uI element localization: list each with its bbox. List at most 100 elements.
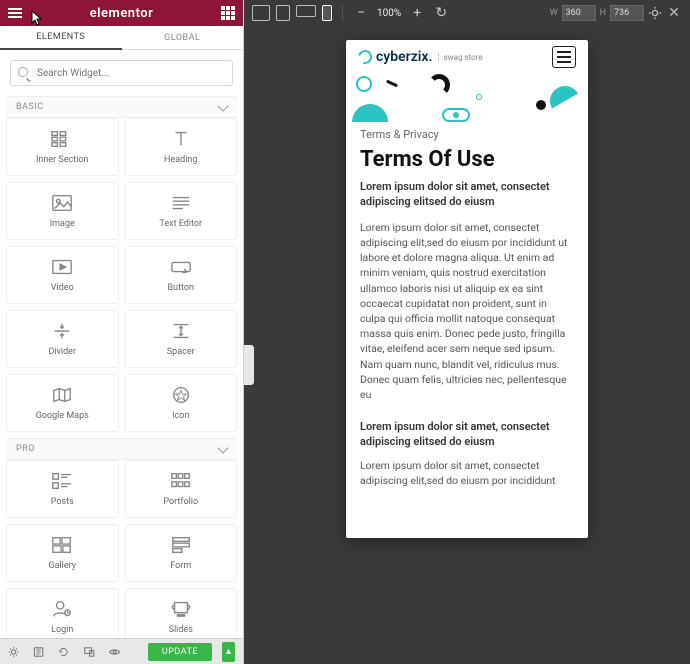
body-paragraph-2: Lorem ipsum dolor sit amet, consectet ad… <box>360 458 574 488</box>
widget-google-maps[interactable]: Google Maps <box>6 374 119 432</box>
panel-footer: UPDATE ▴ <box>0 638 243 664</box>
mobile-menu-icon[interactable] <box>552 46 576 68</box>
logo-text: cyberzix. <box>376 49 432 65</box>
section-basic[interactable]: BASIC <box>6 96 237 118</box>
hero-eye-icon <box>442 108 470 122</box>
hero-graphics <box>346 74 588 122</box>
widget-heading[interactable]: Heading <box>125 118 238 176</box>
columns-icon <box>51 129 73 149</box>
map-icon <box>51 385 73 405</box>
hamburger-icon[interactable] <box>8 8 22 18</box>
hero-dash-icon <box>386 80 398 88</box>
widget-divider[interactable]: Divider <box>6 310 119 368</box>
elementor-panel: elementor ELEMENTS GLOBAL BASIC Inner Se… <box>0 0 244 664</box>
tab-elements[interactable]: ELEMENTS <box>0 26 122 50</box>
widget-label: Divider <box>48 347 76 357</box>
zoom-reset-icon[interactable]: ↻ <box>433 5 449 21</box>
widget-posts[interactable]: Posts <box>6 460 119 518</box>
history-icon[interactable] <box>58 646 69 658</box>
widgets-scroll[interactable]: BASIC Inner Section Heading Image <box>0 92 243 638</box>
settings-gear-icon[interactable] <box>8 646 19 658</box>
widget-label: Spacer <box>167 347 195 357</box>
widget-image[interactable]: Image <box>6 182 119 240</box>
chevron-down-icon <box>217 100 228 111</box>
zoom-in-icon[interactable]: + <box>409 5 425 21</box>
device-tablet[interactable] <box>276 5 290 21</box>
gallery-icon <box>51 535 73 555</box>
panel-header: elementor <box>0 0 243 26</box>
form-icon <box>170 535 192 555</box>
widget-label: Icon <box>172 411 189 421</box>
widget-gallery[interactable]: Gallery <box>6 524 119 582</box>
widget-spacer[interactable]: Spacer <box>125 310 238 368</box>
toolbar-settings-icon[interactable] <box>648 6 662 20</box>
section-pro[interactable]: PRO <box>6 438 237 460</box>
preview-eye-icon[interactable] <box>109 646 120 658</box>
device-frame: cyberzix. swag store <box>346 40 588 538</box>
zoom-out-icon[interactable]: − <box>353 5 369 21</box>
logo-mark-icon <box>355 47 374 66</box>
image-icon <box>51 193 73 213</box>
widget-button[interactable]: Button <box>125 246 238 304</box>
close-icon[interactable]: ✕ <box>666 5 682 21</box>
hero-dot-icon <box>536 100 546 110</box>
text-icon <box>170 193 192 213</box>
widget-portfolio[interactable]: Portfolio <box>125 460 238 518</box>
page-title: Terms Of Use <box>360 147 574 172</box>
preview-canvas: − 100% + ↻ W H ✕ <box>244 0 690 664</box>
device-desktop[interactable] <box>252 5 270 21</box>
site-header: cyberzix. swag store <box>346 40 588 74</box>
portfolio-icon <box>170 471 192 491</box>
apps-grid-icon[interactable] <box>221 6 235 20</box>
body-paragraph: Lorem ipsum dolor sit amet, consectet ad… <box>360 220 574 403</box>
site-logo[interactable]: cyberzix. swag store <box>358 49 483 65</box>
preview-toolbar: − 100% + ↻ W H ✕ <box>244 0 690 26</box>
panel-collapse-handle[interactable] <box>244 345 254 385</box>
zoom-value[interactable]: 100% <box>377 8 401 19</box>
widget-label: Posts <box>51 497 74 507</box>
button-icon <box>170 257 192 277</box>
widget-text-editor[interactable]: Text Editor <box>125 182 238 240</box>
widget-form[interactable]: Form <box>125 524 238 582</box>
hero-half-moon-icon <box>545 81 586 122</box>
widget-label: Portfolio <box>163 497 198 507</box>
update-button[interactable]: UPDATE <box>148 643 212 661</box>
logo-sub: swag store <box>438 53 482 62</box>
navigator-icon[interactable] <box>33 646 44 658</box>
widget-inner-section[interactable]: Inner Section <box>6 118 119 176</box>
zoom-controls: − 100% + ↻ <box>353 5 449 21</box>
hero-semicircle-icon <box>352 104 388 122</box>
widget-label: Text Editor <box>159 219 202 229</box>
widget-label: Login <box>51 625 73 635</box>
height-input[interactable] <box>610 5 644 21</box>
section-pro-label: PRO <box>16 444 35 454</box>
search-icon <box>18 67 28 77</box>
star-icon <box>170 385 192 405</box>
search-input[interactable] <box>10 60 233 86</box>
basic-grid: Inner Section Heading Image Text Editor … <box>6 118 237 438</box>
slides-icon <box>170 599 192 619</box>
separator <box>342 5 343 21</box>
update-options-icon[interactable]: ▴ <box>222 642 235 662</box>
hero-dot-outline-icon <box>476 94 482 100</box>
widget-icon[interactable]: Icon <box>125 374 238 432</box>
video-icon <box>51 257 73 277</box>
dimensions: W H ✕ <box>550 5 682 21</box>
widget-video[interactable]: Video <box>6 246 119 304</box>
widget-label: Slides <box>169 625 193 635</box>
widget-login[interactable]: Login <box>6 588 119 638</box>
hero-arc-icon <box>428 74 450 96</box>
widget-slides[interactable]: Slides <box>125 588 238 638</box>
widget-label: Form <box>170 561 191 571</box>
widget-label: Inner Section <box>36 155 89 165</box>
chevron-down-icon <box>217 442 228 453</box>
widget-label: Button <box>168 283 194 293</box>
width-input[interactable] <box>562 5 596 21</box>
device-mobile-landscape[interactable] <box>296 5 316 17</box>
device-mobile[interactable] <box>322 5 332 21</box>
tab-global[interactable]: GLOBAL <box>122 26 244 50</box>
responsive-icon[interactable] <box>84 646 95 658</box>
posts-icon <box>51 471 73 491</box>
login-icon <box>51 599 73 619</box>
divider-icon <box>51 321 73 341</box>
